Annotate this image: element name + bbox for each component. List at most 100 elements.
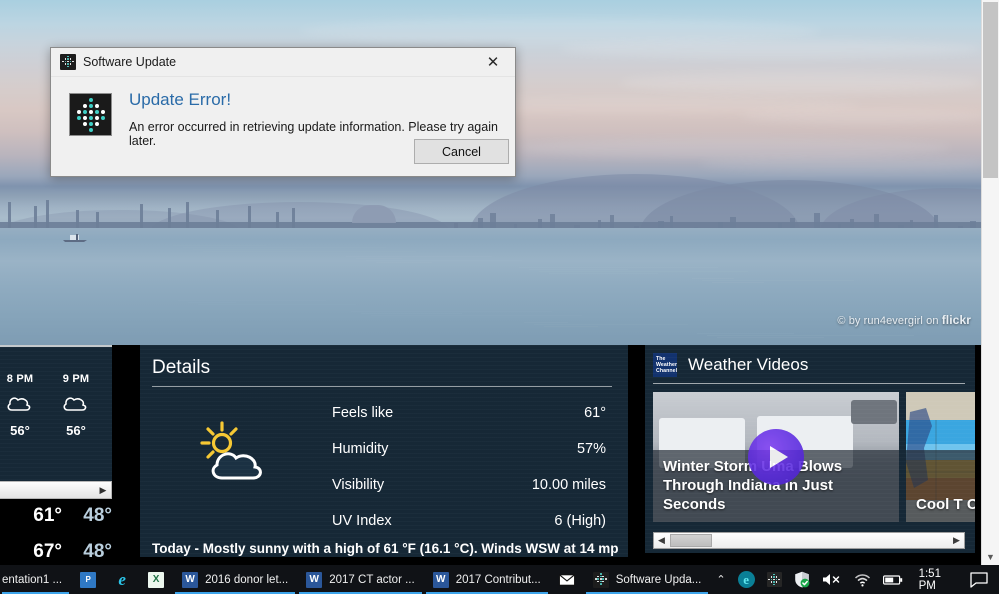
details-summary: Today - Mostly sunny with a high of 61 °… <box>152 541 618 556</box>
hourly-time: 8 PM <box>6 373 34 385</box>
software-update-tray-icon[interactable] <box>761 565 788 594</box>
detail-label: UV Index <box>332 513 392 529</box>
cloud-streak <box>520 138 950 158</box>
water-ripple <box>361 313 462 314</box>
battery-icon[interactable] <box>877 565 909 594</box>
taskbar-item-2017-ct-actor[interactable]: W 2017 CT actor ... <box>297 565 423 594</box>
wifi-icon[interactable] <box>848 565 877 594</box>
water-ripple <box>351 311 552 312</box>
taskbar-item-excel[interactable]: X <box>139 565 173 594</box>
software-update-dialog: Software Update ✕ Update Error! An error… <box>50 47 516 177</box>
weather-videos-title: Weather Videos <box>688 355 809 374</box>
boat-icon <box>63 234 87 242</box>
video-caption: Cool T Contin <box>916 496 975 513</box>
taskbar-item-mail[interactable] <box>550 565 584 594</box>
cloud-streak <box>560 40 980 58</box>
dot-matrix-glyph <box>767 572 782 587</box>
hourly-entry[interactable]: 8 PM 56° <box>0 373 48 438</box>
scroll-down-arrow-icon[interactable]: ▼ <box>982 548 999 565</box>
taskbar: entation1 ... P e X W 2016 donor let... … <box>0 565 999 594</box>
attribution-text: © by run4evergirl on <box>837 315 942 327</box>
hourly-scroll-right-arrow-icon[interactable]: ▶ <box>95 485 111 496</box>
dialog-title: Software Update <box>83 55 177 69</box>
water-ripple <box>178 300 326 301</box>
water-ripple <box>717 337 824 338</box>
vertical-scrollbar-thumb[interactable] <box>983 2 998 178</box>
internet-explorer-icon: e <box>118 569 126 589</box>
dialog-titlebar[interactable]: Software Update ✕ <box>51 48 515 77</box>
dot-matrix-glyph <box>60 54 76 70</box>
taskbar-item-label: Software Upda... <box>615 573 702 586</box>
truck-shape <box>851 400 897 424</box>
taskbar-item-2017-contribut[interactable]: W 2017 Contribut... <box>424 565 550 594</box>
forecast-high: 61° <box>33 505 62 526</box>
volume-muted-icon[interactable] <box>816 565 848 594</box>
windows-defender-shield-icon[interactable] <box>788 565 816 594</box>
details-body: Feels like 61° Humidity 57% Visibility 1… <box>140 387 628 539</box>
dot-matrix-glyph <box>593 572 609 588</box>
the-weather-channel-logo: The Weather Channel <box>653 353 677 377</box>
water-ripple <box>173 245 266 246</box>
detail-value: 6 (High) <box>554 513 606 529</box>
taskbar-item-presentation1[interactable]: entation1 ... <box>0 565 71 594</box>
taskbar-item-internet-explorer[interactable]: e <box>105 565 139 594</box>
cloud-icon <box>0 385 48 423</box>
detail-row: UV Index 6 (High) <box>332 503 606 539</box>
action-center-icon[interactable] <box>962 565 999 594</box>
forecast-high: 67° <box>33 541 62 562</box>
sun-behind-cloud-icon <box>140 395 332 539</box>
scroll-left-arrow-icon[interactable]: ◀ <box>654 535 669 546</box>
logo-line-3: Channel <box>656 368 678 374</box>
cancel-button[interactable]: Cancel <box>414 139 509 164</box>
video-card[interactable]: Cool T Contin <box>906 392 975 522</box>
water-ripple <box>366 260 522 261</box>
app-vertical-scrollbar[interactable]: ▼ <box>981 0 999 565</box>
detail-label: Feels like <box>332 405 394 421</box>
screen: © by run4evergirl on flickr 8 PM 56° 9 P… <box>0 0 999 594</box>
video-card[interactable]: Winter Storm Uma Blows Through Indiana i… <box>653 392 899 522</box>
presentation-icon: P <box>80 571 97 588</box>
detail-label: Humidity <box>332 441 389 457</box>
water-ripple <box>371 315 582 316</box>
weather-panels: 8 PM 56° 9 PM 56° Details Feels like 61°… <box>0 345 981 557</box>
hourly-entry[interactable]: 9 PM 56° <box>48 373 104 438</box>
water-ripple <box>692 278 734 279</box>
scrollbar-track[interactable] <box>669 534 949 547</box>
weather-videos-strip: Winter Storm Uma Blows Through Indiana i… <box>653 392 975 522</box>
taskbar-item-2016-donor-letter[interactable]: W 2016 donor let... <box>173 565 297 594</box>
water-ripple <box>529 269 628 270</box>
water-ripple <box>188 302 236 303</box>
forecast-row[interactable]: 67° 48° <box>0 541 112 563</box>
edge-icon[interactable]: e <box>732 565 761 594</box>
taskbar-item-label: 2017 Contribut... <box>455 573 541 586</box>
taskbar-item-software-update[interactable]: Software Upda... <box>584 565 711 594</box>
clock[interactable]: 1:51 PM <box>909 568 962 592</box>
hourly-scrollbar[interactable]: ▶ <box>0 481 112 499</box>
bay-water <box>0 228 981 345</box>
weather-videos-panel: The Weather Channel Weather Videos Winte… <box>645 345 975 553</box>
water-ripple <box>0 234 40 235</box>
forecast-low: 48° <box>83 541 112 562</box>
water-ripple <box>30 240 190 241</box>
taskbar-item-label: entation1 ... <box>2 573 63 586</box>
show-hidden-icons-icon[interactable]: ⌃ <box>710 565 731 594</box>
hourly-list: 8 PM 56° 9 PM 56° <box>0 347 112 438</box>
hourly-time: 9 PM <box>62 373 90 385</box>
scrollbar-thumb[interactable] <box>670 534 712 547</box>
software-update-icon <box>60 54 76 70</box>
word-icon: W <box>306 571 323 588</box>
scroll-right-arrow-icon[interactable]: ▶ <box>949 535 964 546</box>
weather-videos-scrollbar[interactable]: ◀ ▶ <box>653 532 965 549</box>
water-ripple <box>356 258 402 259</box>
cloud-streak <box>620 72 980 94</box>
water-ripple <box>203 251 416 252</box>
close-icon[interactable]: ✕ <box>471 48 515 77</box>
water-ripple <box>539 271 748 272</box>
details-title: Details <box>152 357 211 378</box>
taskbar-item-presentation-icon[interactable]: P <box>71 565 105 594</box>
play-button[interactable] <box>748 429 804 485</box>
forecast-row[interactable]: 61° 48° <box>0 505 112 527</box>
weather-videos-divider <box>653 383 965 384</box>
photo-attribution: © by run4evergirl on flickr <box>837 313 971 327</box>
attribution-brand: flickr <box>941 313 971 327</box>
